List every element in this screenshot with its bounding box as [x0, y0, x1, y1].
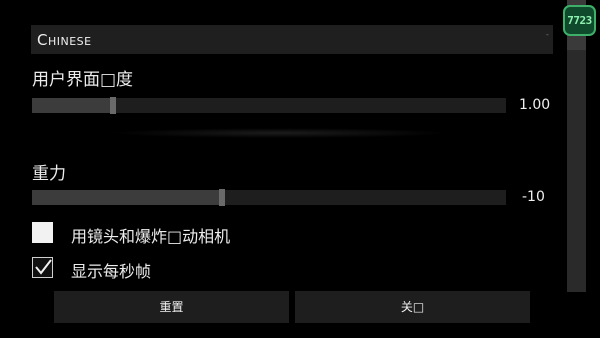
camera-shake-label: 用镜头和爆炸□动相机	[71, 227, 231, 246]
reset-button[interactable]: 重置	[54, 291, 289, 323]
ui-scale-slider[interactable]	[32, 97, 506, 114]
language-select-value: Chinese	[37, 31, 92, 49]
ui-scale-value: 1.00	[519, 97, 551, 113]
gravity-value: -10	[522, 189, 545, 205]
gravity-label: 重力	[32, 164, 66, 184]
scrollbar[interactable]	[567, 0, 586, 292]
gravity-slider-fill	[32, 190, 222, 205]
show-fps-checkbox[interactable]	[32, 257, 53, 278]
close-button[interactable]: 关□	[295, 291, 530, 323]
gravity-slider-thumb[interactable]	[219, 189, 225, 206]
checkmark-icon	[35, 259, 52, 275]
show-fps-label: 显示每秒帧	[71, 262, 152, 281]
ui-scale-slider-thumb[interactable]	[110, 97, 116, 114]
divider-glow	[110, 128, 450, 138]
ui-scale-label: 用户界面□度	[32, 70, 134, 90]
camera-shake-checkbox[interactable]	[32, 222, 53, 243]
gravity-slider[interactable]	[32, 189, 506, 206]
language-select[interactable]: Chinese -	[31, 25, 553, 54]
dropdown-arrow-icon: -	[545, 30, 549, 40]
ui-scale-slider-fill	[32, 98, 113, 113]
fps-badge: 7723	[563, 5, 596, 36]
